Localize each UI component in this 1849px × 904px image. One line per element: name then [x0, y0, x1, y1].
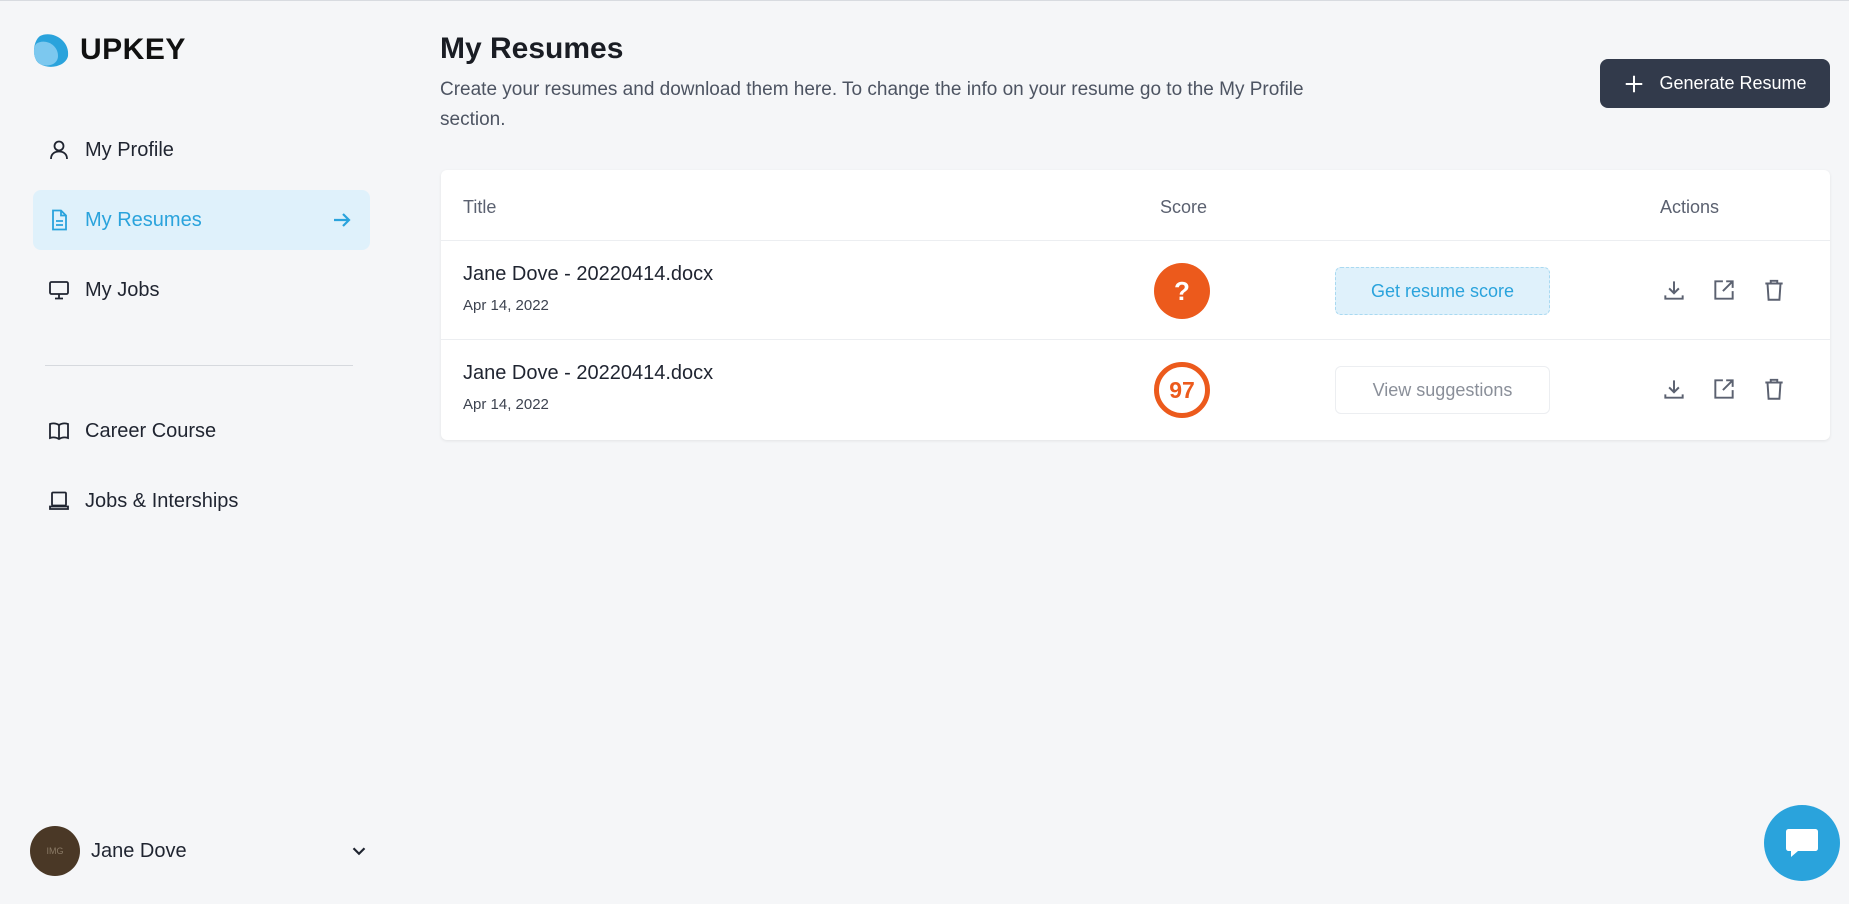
resume-date: Apr 14, 2022 [463, 396, 549, 413]
resume-title[interactable]: Jane Dove - 20220414.docx [463, 263, 713, 286]
column-header-title: Title [463, 197, 497, 217]
sidebar-item-jobs-interships[interactable]: Jobs & Interships [33, 471, 370, 531]
sidebar-item-label: My Resumes [85, 208, 202, 231]
document-icon [52, 209, 67, 231]
table-row: Jane Dove - 20220414.docx Apr 14, 2022 ?… [441, 240, 1830, 340]
sidebar-item-my-profile[interactable]: My Profile [33, 120, 370, 180]
sidebar-item-career-course[interactable]: Career Course [33, 401, 370, 461]
resume-title[interactable]: Jane Dove - 20220414.docx [463, 362, 713, 385]
generate-resume-label: Generate Resume [1659, 73, 1807, 93]
column-header-score: Score [1160, 197, 1208, 217]
trash-icon[interactable] [1761, 376, 1787, 402]
chat-launcher-button[interactable] [1764, 805, 1840, 881]
sidebar-item-label: Career Course [85, 419, 217, 442]
resumes-table: Title Score Actions Jane Dove - 20220414… [441, 170, 1830, 440]
trash-icon[interactable] [1761, 277, 1787, 303]
download-icon[interactable] [1661, 277, 1687, 303]
chat-bubble-icon [1786, 829, 1818, 857]
avatar-placeholder: IMG [46, 846, 64, 856]
score-badge: 97 [1154, 362, 1210, 418]
score-badge: ? [1154, 263, 1210, 319]
sidebar-item-my-jobs[interactable]: My Jobs [33, 260, 370, 320]
table-row: Jane Dove - 20220414.docx Apr 14, 2022 9… [441, 339, 1830, 439]
brand-logo[interactable]: UPKEY [30, 30, 186, 70]
avatar: IMG [30, 826, 80, 876]
user-name: Jane Dove [91, 839, 187, 862]
laptop-icon [49, 491, 69, 510]
sidebar-item-label: My Jobs [85, 278, 160, 301]
user-menu[interactable]: IMG Jane Dove [30, 826, 370, 876]
sidebar: UPKEY My Profile My Resumes My Jobs Care… [0, 0, 400, 904]
book-icon [49, 422, 69, 441]
sidebar-item-label: Jobs & Interships [85, 489, 239, 512]
upkey-logo-icon [33, 34, 69, 67]
page-subtitle: Create your resumes and download them he… [440, 79, 1304, 130]
brand-name: UPKEY [80, 33, 186, 66]
sidebar-divider [45, 365, 353, 366]
open-external-icon[interactable] [1711, 277, 1737, 303]
monitor-icon [49, 281, 69, 300]
get-resume-score-button[interactable]: Get resume score [1335, 267, 1550, 315]
sidebar-item-label: My Profile [85, 138, 174, 161]
page-title: My Resumes [440, 32, 624, 65]
plus-icon [1626, 75, 1643, 92]
sidebar-item-my-resumes[interactable]: My Resumes [33, 190, 370, 250]
arrow-right-icon [334, 213, 351, 227]
column-header-actions: Actions [1660, 197, 1720, 217]
view-suggestions-button[interactable]: View suggestions [1335, 366, 1550, 414]
generate-resume-button[interactable]: Generate Resume [1600, 59, 1830, 108]
open-external-icon[interactable] [1711, 376, 1737, 402]
user-icon [50, 140, 68, 160]
chevron-down-icon[interactable] [348, 840, 370, 862]
download-icon[interactable] [1661, 376, 1687, 402]
resume-date: Apr 14, 2022 [463, 297, 549, 314]
